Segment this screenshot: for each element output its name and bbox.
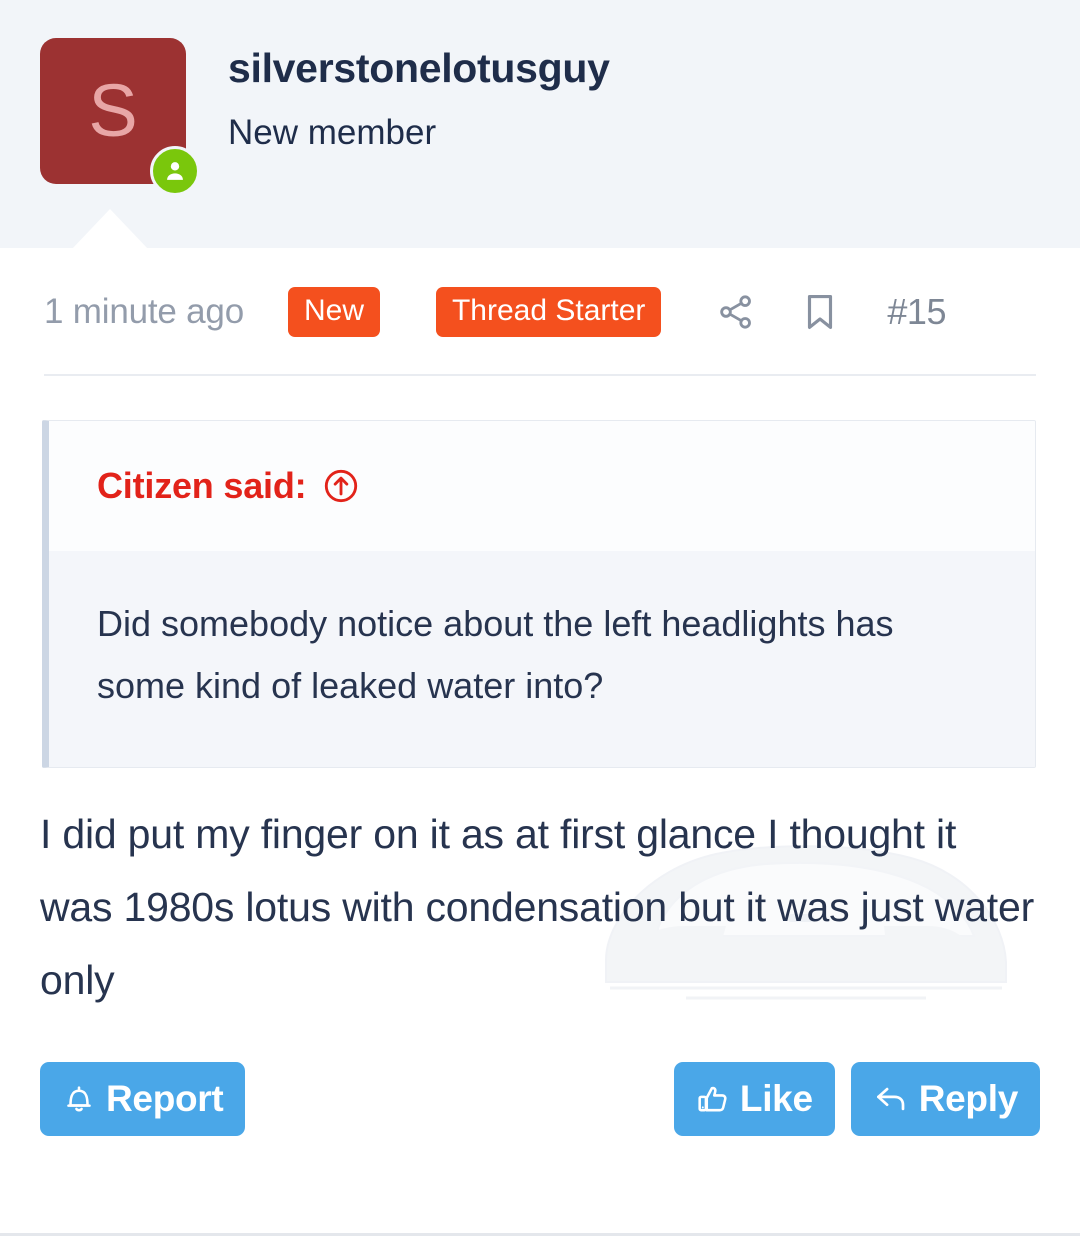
badge-new: New bbox=[287, 287, 380, 337]
quote-header: Citizen said: bbox=[49, 421, 1035, 551]
post-text: I did put my finger on it as at first gl… bbox=[40, 810, 1035, 1003]
reply-button[interactable]: Reply bbox=[850, 1061, 1040, 1136]
quote-author-label[interactable]: Citizen said: bbox=[97, 465, 307, 507]
thumbs-up-icon bbox=[696, 1082, 730, 1116]
forum-post: S silverstonelotusguy New member 1 minut… bbox=[0, 0, 1080, 1236]
quote-text: Did somebody notice about the left headl… bbox=[49, 551, 1035, 767]
post-actions: Report Like Reply bbox=[40, 1061, 1040, 1137]
badge-thread-starter: Thread Starter bbox=[435, 287, 662, 337]
user-identity: silverstonelotusguy New member bbox=[186, 38, 610, 153]
report-button[interactable]: Report bbox=[40, 1061, 246, 1136]
like-button[interactable]: Like bbox=[673, 1061, 835, 1136]
post-meta-row: 1 minute ago New Thread Starter #15 bbox=[0, 248, 1080, 352]
bookmark-icon[interactable] bbox=[797, 289, 843, 335]
user-title: New member bbox=[228, 113, 437, 153]
avatar[interactable]: S bbox=[40, 38, 200, 196]
bell-icon bbox=[62, 1082, 96, 1116]
post-header: S silverstonelotusguy New member bbox=[0, 0, 1080, 249]
like-button-label: Like bbox=[739, 1077, 813, 1119]
meta-divider bbox=[44, 374, 1036, 376]
header-notch bbox=[72, 209, 148, 249]
circle-arrow-up-icon[interactable] bbox=[322, 467, 360, 505]
post-number[interactable]: #15 bbox=[887, 291, 946, 333]
user-online-icon bbox=[150, 146, 200, 196]
reply-arrow-icon bbox=[873, 1081, 909, 1117]
report-button-label: Report bbox=[106, 1077, 224, 1119]
reply-button-label: Reply bbox=[918, 1077, 1019, 1119]
username[interactable]: silverstonelotusguy bbox=[228, 44, 610, 92]
post-timestamp[interactable]: 1 minute ago bbox=[44, 292, 244, 332]
share-icon[interactable] bbox=[713, 289, 759, 335]
quote-block: Citizen said: Did somebody notice about … bbox=[42, 420, 1036, 768]
post-body-wrapper: I did put my finger on it as at first gl… bbox=[40, 798, 1036, 1017]
